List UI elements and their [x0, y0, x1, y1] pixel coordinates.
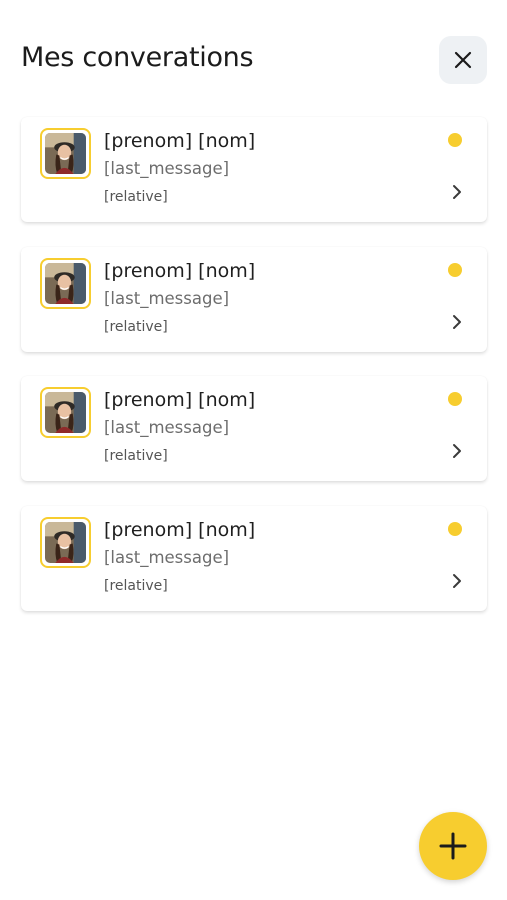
unread-indicator — [448, 392, 462, 406]
relative-time: [relative] — [104, 189, 168, 205]
relative-time: [relative] — [104, 448, 168, 464]
unread-indicator — [448, 521, 462, 536]
avatar-photo — [45, 521, 86, 563]
chevron-right-icon — [450, 443, 464, 459]
avatar-photo — [45, 392, 86, 433]
avatar — [40, 128, 91, 179]
chevron-right-icon — [450, 184, 464, 200]
unread-indicator — [448, 262, 462, 277]
avatar — [40, 387, 91, 438]
last-message: [last_message] — [104, 288, 230, 308]
header: Mes converations — [0, 0, 507, 110]
contact-name: [prenom] [nom] — [104, 518, 256, 541]
chevron-right-icon — [450, 573, 464, 589]
conversation-card[interactable]: [prenom] [nom] [last_message] [relative] — [21, 117, 487, 222]
last-message: [last_message] — [104, 418, 230, 437]
unread-indicator — [448, 133, 462, 147]
conversation-card[interactable]: [prenom] [nom] [last_message] [relative] — [21, 505, 487, 611]
close-icon — [453, 50, 473, 70]
avatar — [40, 257, 91, 309]
chevron-right-icon — [450, 314, 464, 330]
conversation-card[interactable]: [prenom] [nom] [last_message] [relative] — [21, 246, 487, 352]
conversation-list: [prenom] [nom] [last_message] [relative] — [21, 117, 487, 635]
conversation-card[interactable]: [prenom] [nom] [last_message] [relative] — [21, 376, 487, 481]
last-message: [last_message] — [104, 159, 230, 178]
new-conversation-button[interactable] — [419, 812, 487, 880]
contact-name: [prenom] [nom] — [104, 259, 256, 282]
relative-time: [relative] — [104, 318, 168, 335]
avatar — [40, 516, 91, 568]
relative-time: [relative] — [104, 577, 168, 594]
close-button[interactable] — [439, 36, 487, 84]
last-message: [last_message] — [104, 547, 230, 567]
plus-icon — [438, 831, 468, 861]
page-title: Mes converations — [21, 42, 254, 73]
contact-name: [prenom] [nom] — [104, 130, 256, 152]
contact-name: [prenom] [nom] — [104, 389, 256, 411]
avatar-photo — [45, 133, 86, 174]
avatar-photo — [45, 262, 86, 304]
